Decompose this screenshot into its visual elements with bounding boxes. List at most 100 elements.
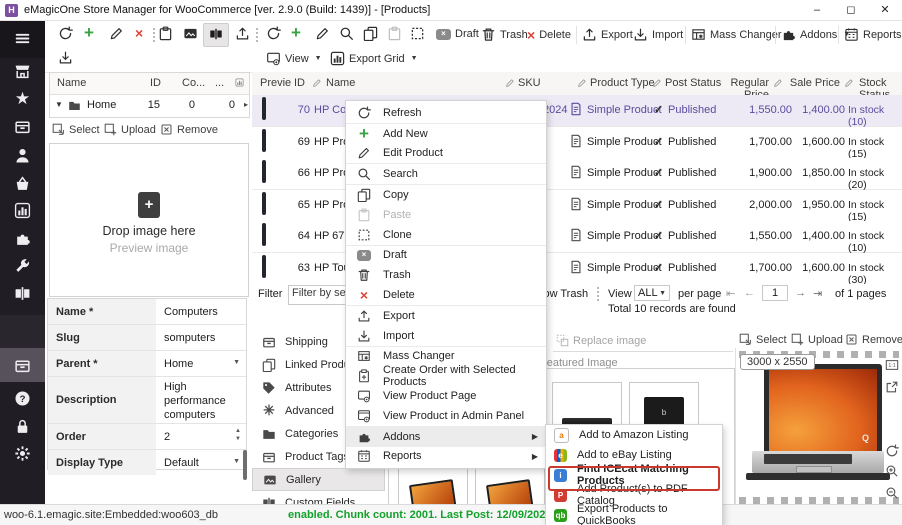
submenu-item-ebay[interactable]: eAdd to eBay Listing: [546, 445, 722, 465]
menu-item-view-product-page[interactable]: View Product Page: [346, 386, 546, 406]
upload-tray-button[interactable]: [235, 26, 250, 41]
next-page-icon[interactable]: →: [795, 287, 806, 299]
col-sale-price[interactable]: Sale Price: [787, 77, 840, 89]
delete-x-button[interactable]: ×: [135, 26, 143, 40]
grid-clone-button[interactable]: [410, 26, 425, 41]
category-row-home[interactable]: ▼ Home 15 0 0: [50, 95, 249, 116]
image-button[interactable]: [183, 26, 198, 41]
reports-button[interactable]: Reports▼: [844, 27, 902, 42]
menu-item-clone[interactable]: Clone: [346, 225, 546, 245]
grid-edit-button[interactable]: [315, 26, 330, 41]
mass-changer-button[interactable]: Mass Changer: [691, 27, 782, 42]
col-name[interactable]: Name: [57, 77, 86, 89]
grid-paste-button[interactable]: [387, 26, 402, 41]
menu-item-search[interactable]: Search: [346, 164, 546, 184]
export-button[interactable]: Export: [582, 27, 633, 42]
open-external-icon[interactable]: [885, 380, 899, 394]
featured-remove-button[interactable]: Remove: [845, 333, 902, 346]
image-dropzone[interactable]: + Drop image here Preview image: [49, 143, 249, 297]
menu-item-add-new[interactable]: +Add New: [346, 124, 546, 144]
chevron-expand-icon[interactable]: ▼: [55, 100, 63, 109]
toolbar-grip[interactable]: [153, 28, 157, 42]
col-more[interactable]: ...: [215, 77, 224, 89]
name-field[interactable]: Computers: [156, 299, 246, 324]
spinner-arrows-icon[interactable]: ▲▼: [235, 427, 241, 444]
grid-search-button[interactable]: [339, 26, 354, 41]
maximize-button[interactable]: ◻: [834, 0, 868, 20]
col-name[interactable]: Name: [326, 77, 355, 89]
addons-button[interactable]: Addons▼: [781, 27, 850, 42]
featured-upload-button[interactable]: Upload: [791, 333, 843, 346]
replace-image-button[interactable]: Replace image: [556, 334, 646, 347]
hamburger-menu-icon[interactable]: [0, 30, 45, 47]
col-sku[interactable]: SKU: [518, 77, 541, 89]
edit-button[interactable]: [109, 26, 124, 41]
statistics-icon[interactable]: [0, 202, 45, 219]
menu-item-create-order[interactable]: Create Order with Selected Products: [346, 366, 546, 386]
menu-item-delete[interactable]: ×Delete: [346, 285, 546, 305]
menu-item-import[interactable]: Import: [346, 326, 546, 346]
minimize-button[interactable]: –: [800, 0, 834, 20]
grid-add-button[interactable]: +: [291, 26, 301, 40]
delete-button[interactable]: ×Delete: [527, 28, 571, 42]
col-preview[interactable]: Previe: [260, 77, 291, 89]
download-tray-button[interactable]: [58, 50, 73, 65]
rotate-icon[interactable]: [885, 444, 899, 458]
trash-button[interactable]: Trash: [481, 27, 528, 42]
submenu-item-quickbooks[interactable]: qbExport Products to QuickBooks: [546, 505, 722, 525]
menu-item-draft[interactable]: ×Draft: [346, 246, 546, 266]
settings-gear-icon[interactable]: [0, 445, 45, 462]
order-stepper[interactable]: 2 ▲▼: [156, 424, 246, 449]
zoom-in-icon[interactable]: [885, 464, 899, 478]
draft-button[interactable]: ×Draft: [436, 28, 479, 40]
aspect-ratio-icon[interactable]: [885, 358, 899, 372]
star-icon[interactable]: ★: [0, 90, 45, 107]
submenu-item-icecat[interactable]: iFind ICEcat Matching Products: [546, 465, 722, 485]
page-input[interactable]: 1: [762, 285, 788, 301]
help-icon[interactable]: [0, 390, 45, 407]
col-id[interactable]: ID: [294, 77, 305, 89]
customers-icon[interactable]: [0, 147, 45, 164]
submenu-item-amazon[interactable]: aAdd to Amazon Listing: [546, 425, 722, 445]
description-field[interactable]: High performance computers: [156, 377, 246, 423]
products-box-icon[interactable]: [0, 118, 45, 135]
store-icon[interactable]: [0, 63, 45, 80]
add-button[interactable]: +: [84, 26, 94, 40]
first-page-icon[interactable]: ⇤: [726, 287, 735, 300]
menu-item-view-admin-panel[interactable]: View Product in Admin Panel: [346, 406, 546, 426]
tab-gallery[interactable]: Gallery: [252, 468, 385, 491]
addons-puzzle-icon[interactable]: [0, 230, 45, 247]
products-active-icon[interactable]: [0, 357, 45, 374]
form-scrollbar[interactable]: [243, 450, 247, 480]
sort-icon[interactable]: [235, 78, 244, 87]
grid-copy-button[interactable]: [363, 26, 378, 41]
columns-toggle-pressed[interactable]: [203, 23, 229, 47]
display-type-select[interactable]: Default▼: [156, 450, 246, 475]
menu-item-refresh[interactable]: Refresh: [346, 103, 546, 123]
menu-item-copy[interactable]: Copy: [346, 185, 546, 205]
grid-refresh-button[interactable]: [266, 26, 281, 41]
col-count[interactable]: Co...: [182, 77, 205, 89]
close-button[interactable]: ✕: [868, 0, 902, 20]
menu-item-edit-product[interactable]: Edit Product: [346, 144, 546, 164]
toolbar-grip[interactable]: [256, 28, 260, 42]
lock-icon[interactable]: [0, 418, 45, 435]
tools-wrench-icon[interactable]: [0, 258, 45, 275]
featured-select-button[interactable]: Select: [739, 333, 787, 346]
layout-columns-icon[interactable]: [0, 285, 45, 302]
parent-select[interactable]: Home▼: [156, 351, 246, 376]
category-remove-image-button[interactable]: Remove: [160, 123, 218, 136]
basket-icon[interactable]: [0, 175, 45, 192]
menu-item-paste[interactable]: Paste: [346, 205, 546, 225]
import-button[interactable]: Import: [633, 27, 683, 42]
category-upload-image-button[interactable]: Upload: [104, 123, 156, 136]
slug-field[interactable]: somputers: [156, 325, 246, 350]
col-id[interactable]: ID: [150, 77, 161, 89]
submenu-item-pdf-catalog[interactable]: PAdd Product(s) to PDF Catalog: [546, 485, 722, 505]
export-grid-button[interactable]: Export Grid▼: [330, 51, 418, 66]
view-per-page-select[interactable]: ALL▼: [634, 285, 670, 301]
menu-item-trash[interactable]: Trash: [346, 265, 546, 285]
prev-page-icon[interactable]: ←: [744, 287, 755, 299]
col-product-type[interactable]: Product Type: [590, 77, 655, 89]
refresh-button[interactable]: [58, 26, 73, 41]
